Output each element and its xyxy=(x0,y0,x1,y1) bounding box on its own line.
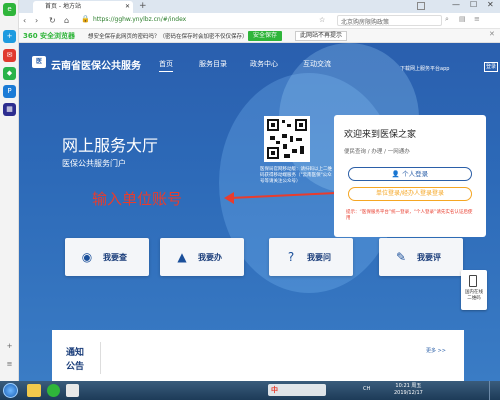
site-header: 医 云南省医保公共服务 首页 服务目录 政务中心 互动交流 下载网上服务平台ap… xyxy=(19,43,500,77)
browser-home-icon[interactable]: e xyxy=(3,3,16,16)
browser-tab[interactable]: 首页 - 地方站 ✕ xyxy=(33,1,133,13)
language-indicator[interactable]: CH xyxy=(363,386,370,392)
nav-service-catalog[interactable]: 服务目录 xyxy=(199,59,227,69)
url-input[interactable]: https://gghw.ynylbz.cn/#/index xyxy=(93,16,353,26)
new-tab-button[interactable]: + xyxy=(139,1,147,11)
menu-icon[interactable]: ≡ xyxy=(474,15,480,23)
show-desktop-button[interactable] xyxy=(489,381,500,400)
phone-icon xyxy=(469,275,477,287)
app-taskbar-icon[interactable] xyxy=(66,384,79,397)
notice-divider xyxy=(100,342,101,374)
service-label: 我要办 xyxy=(198,253,222,262)
sidebar-app-2-icon[interactable]: ✉ xyxy=(3,49,16,62)
infobar-text: 想安全保存此网页的密码吗？（密码在保存时会加密不仅仅保存） xyxy=(88,34,248,40)
sidebar-menu-icon[interactable]: ≡ xyxy=(3,358,16,371)
qr-caption: 医保局官网移动版：请扫码以上二维码获得移动端服务（"云南医保"公众号等请关注公众… xyxy=(260,167,332,184)
stamp-icon: ▲ xyxy=(177,250,187,264)
maximize-button[interactable]: ☐ xyxy=(470,0,477,9)
user-icon: 👤 xyxy=(391,170,403,178)
floating-qr-label: 国内在线二维码 xyxy=(465,290,483,301)
header-login-button[interactable]: 登录 xyxy=(484,62,498,72)
service-card-handle[interactable]: ▲ 我要办 xyxy=(160,238,244,276)
notice-section: 通知 公告 更多 >> xyxy=(52,330,464,381)
personal-login-label: 个人登录 xyxy=(402,170,429,178)
annotation-text: 输入单位账号 xyxy=(92,190,183,208)
notice-more-link[interactable]: 更多 >> xyxy=(426,347,446,354)
service-card-query[interactable]: ◉ 我要查 xyxy=(65,238,149,276)
comment-icon: ✎ xyxy=(395,250,407,264)
app-download-link[interactable]: 下载网上服务平台app xyxy=(400,65,449,72)
sidebar-add-icon[interactable]: + xyxy=(3,340,16,353)
notice-title-2: 公告 xyxy=(66,362,85,372)
address-toolbar: ‹ › ↻ ⌂ 🔒 https://gghw.ynylbz.cn/#/index… xyxy=(19,13,500,29)
site-logo-icon: 医 xyxy=(32,56,46,68)
home-icon[interactable]: ⌂ xyxy=(64,16,69,25)
web-page: 医 云南省医保公共服务 首页 服务目录 政务中心 互动交流 下载网上服务平台ap… xyxy=(19,43,500,381)
start-button[interactable] xyxy=(3,383,18,398)
notice-title-1: 通知 xyxy=(66,348,85,358)
never-save-button[interactable]: 此网站不再提示 xyxy=(295,31,348,41)
explorer-icon[interactable] xyxy=(27,384,41,397)
qr-code-image xyxy=(264,116,310,162)
service-card-ask[interactable]: ? 我要问 xyxy=(269,238,353,276)
login-hint: 提示：“医保服务平台”统一登录，“个人登录”请先实名认证后使用 xyxy=(346,210,473,221)
search-icon[interactable]: ⌕ xyxy=(445,15,449,24)
account-icon[interactable] xyxy=(417,2,425,10)
ime-toolbar[interactable]: 中 xyxy=(268,384,326,396)
nav-home[interactable]: 首页 xyxy=(159,59,173,72)
nav-gov-center[interactable]: 政务中心 xyxy=(250,59,278,69)
unit-login-button[interactable]: 单位登录/经办人登录登录 xyxy=(348,187,472,201)
service-card-review[interactable]: ✎ 我要评 xyxy=(379,238,463,276)
welcome-subtitle: 便民查询 / 办理 / 一网通办 xyxy=(344,149,410,155)
sidebar-app-4-icon[interactable]: P xyxy=(3,85,16,98)
forward-icon[interactable]: › xyxy=(35,16,38,25)
clock-time: 10:21 周五 xyxy=(395,383,422,389)
sidebar-app-1-icon[interactable]: + xyxy=(3,30,16,43)
site-title: 云南省医保公共服务 xyxy=(51,61,141,72)
back-icon[interactable]: ‹ xyxy=(23,16,26,25)
eye-icon: ◉ xyxy=(81,250,93,264)
personal-login-button[interactable]: 👤 个人登录 xyxy=(348,167,472,181)
extensions-icon[interactable]: ▤ xyxy=(459,15,466,23)
clock-date: 2019/12/17 xyxy=(394,390,423,396)
secure-lock-icon: 🔒 xyxy=(81,15,90,23)
ime-mode: 中 xyxy=(271,386,278,394)
floating-qr-button[interactable]: 国内在线二维码 xyxy=(461,270,487,310)
service-label: 我要问 xyxy=(307,253,331,262)
infobar-close-icon[interactable]: ✕ xyxy=(489,30,495,38)
reload-icon[interactable]: ↻ xyxy=(49,16,56,25)
save-password-button[interactable]: 安全保存 xyxy=(248,31,283,41)
taskbar: 中 10:21 周五 2019/12/17 CH xyxy=(0,381,500,400)
minimize-button[interactable]: — xyxy=(452,0,460,9)
login-panel: 欢迎来到医保之家 便民查询 / 办理 / 一网通办 👤 个人登录 单位登录/经办… xyxy=(334,115,486,237)
service-label: 我要查 xyxy=(103,253,127,262)
hero-title: 网上服务大厅 xyxy=(62,136,159,155)
sidebar-app-5-icon[interactable]: ▦ xyxy=(3,103,16,116)
nav-interaction[interactable]: 互动交流 xyxy=(303,59,331,69)
search-input[interactable]: 北京购房限购政策 xyxy=(337,15,442,26)
browser-brand: 360 安全浏览器 xyxy=(23,32,76,40)
hero-subtitle: 医保公共服务门户 xyxy=(62,159,126,168)
tab-close-icon[interactable]: ✕ xyxy=(125,1,130,13)
browser-taskbar-icon[interactable] xyxy=(47,384,60,397)
question-icon: ? xyxy=(287,250,295,264)
password-infobar: 360 安全浏览器 想安全保存此网页的密码吗？（密码在保存时会加密不仅仅保存） … xyxy=(19,29,500,43)
sidebar-app-3-icon[interactable]: ◆ xyxy=(3,67,16,80)
tab-title: 首页 - 地方站 xyxy=(45,3,81,10)
close-window-button[interactable]: ✕ xyxy=(487,0,494,9)
welcome-title: 欢迎来到医保之家 xyxy=(344,130,417,140)
browser-sidebar: e + ✉ ◆ P ▦ + ≡ xyxy=(0,0,19,400)
clock: 10:21 周五 2019/12/17 xyxy=(394,383,423,397)
tab-bar: 首页 - 地方站 ✕ + — ☐ ✕ xyxy=(19,0,500,13)
bookmark-star-icon[interactable]: ☆ xyxy=(319,16,325,24)
service-label: 我要评 xyxy=(417,253,441,262)
